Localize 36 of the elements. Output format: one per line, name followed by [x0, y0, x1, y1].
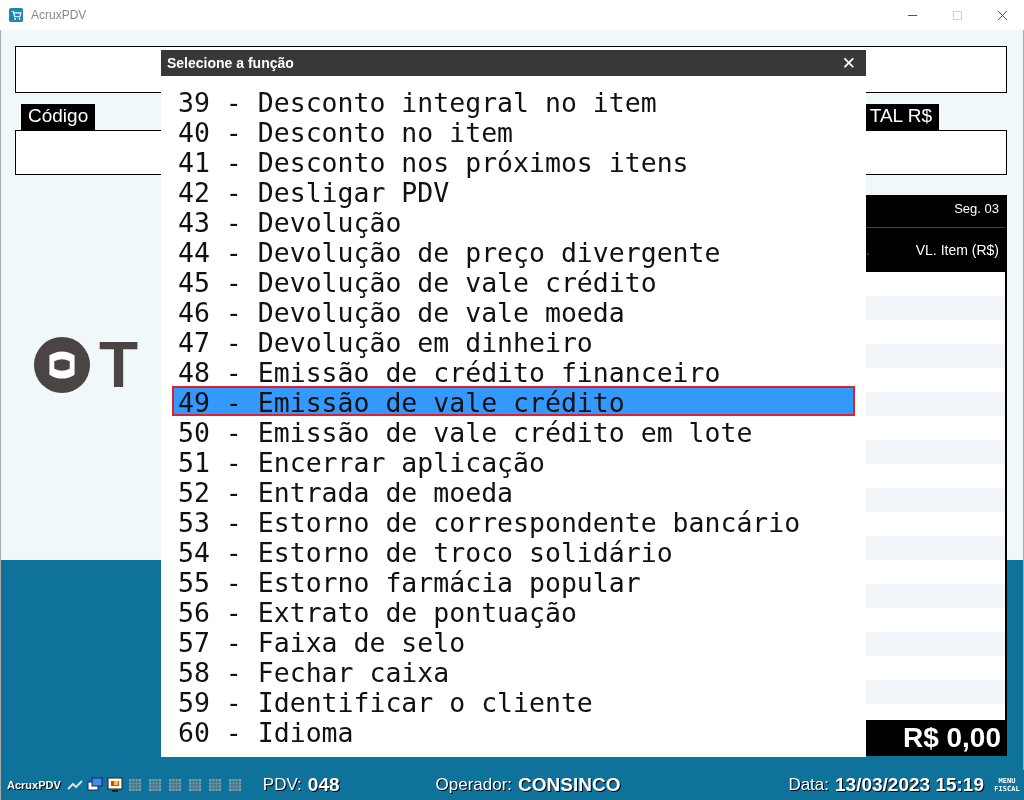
logo-text: T [99, 328, 139, 402]
function-option[interactable]: 60 - Idioma [172, 716, 855, 746]
pdv-value: 048 [307, 774, 340, 796]
function-option[interactable]: 58 - Fechar caixa [172, 656, 855, 686]
pdv-label: PDV: [262, 775, 302, 795]
operator-label: Operador: [435, 775, 513, 795]
status-icon[interactable] [206, 777, 223, 793]
operator-value: CONSINCO [518, 774, 621, 796]
date-value: 13/03/2023 15:19 [835, 774, 984, 796]
column-header: . [866, 242, 870, 258]
logo-icon [33, 336, 91, 394]
close-icon[interactable] [997, 9, 1008, 21]
function-option[interactable]: 39 - Desconto integral no item [172, 86, 855, 116]
status-icon[interactable] [166, 777, 183, 793]
function-option[interactable]: 49 - Emissão de vale crédito [172, 386, 855, 416]
status-icon[interactable] [146, 777, 163, 793]
dialog-title: Selecione a função [167, 55, 294, 71]
status-icon[interactable] [226, 777, 243, 793]
code-label: Código [21, 104, 96, 130]
monitor-icon[interactable] [106, 777, 123, 793]
total-value: R$ 0,00 [902, 722, 1001, 754]
app-name: AcruxPDV [7, 779, 61, 791]
function-option[interactable]: 50 - Emissão de vale crédito em lote [172, 416, 855, 446]
function-option[interactable]: 51 - Encerrar aplicação [172, 446, 855, 476]
function-option[interactable]: 59 - Identificar o cliente [172, 686, 855, 716]
status-icon[interactable] [186, 777, 203, 793]
function-option[interactable]: 55 - Estorno farmácia popular [172, 566, 855, 596]
cart-icon [9, 8, 23, 22]
column-header: VL. Item (R$) [915, 242, 999, 258]
close-button[interactable]: ✕ [837, 53, 860, 73]
date-label: Data: [788, 775, 830, 795]
network-icon[interactable] [86, 777, 103, 793]
function-option[interactable]: 53 - Estorno de correspondente bancário [172, 506, 855, 536]
window-title: AcruxPDV [31, 8, 87, 22]
maximize-icon [952, 9, 963, 21]
function-option[interactable]: 41 - Desconto nos próximos itens [172, 146, 855, 176]
